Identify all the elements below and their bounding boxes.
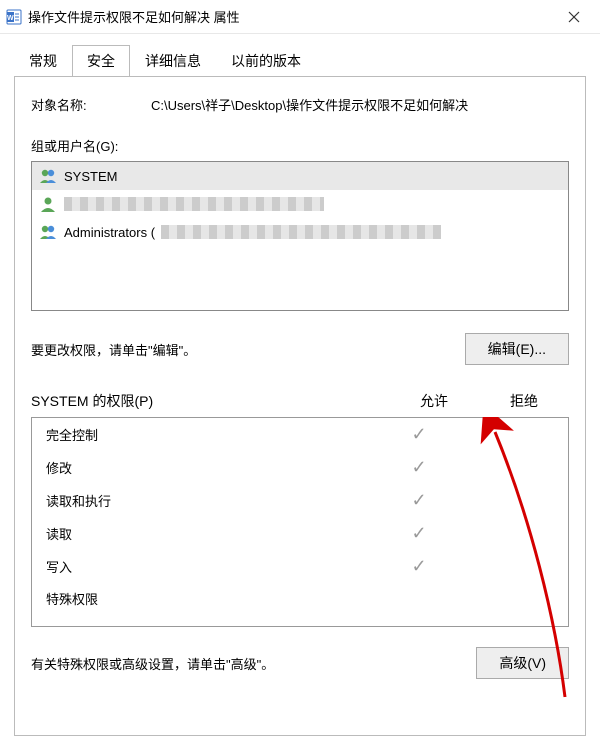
redacted-text	[161, 225, 441, 239]
advanced-button[interactable]: 高级(V)	[476, 647, 569, 679]
allow-check-icon: ✓	[374, 490, 464, 511]
list-item-user[interactable]	[32, 190, 568, 218]
perm-row-read: 读取 ✓	[32, 517, 568, 550]
groups-users-label: 组或用户名(G):	[31, 136, 569, 155]
tab-strip: 常规 安全 详细信息 以前的版本	[0, 34, 600, 76]
allow-check-icon: ✓	[374, 424, 464, 445]
advanced-hint-text: 有关特殊权限或高级设置，请单击"高级"。	[31, 654, 274, 673]
allow-check-icon: ✓	[374, 556, 464, 577]
object-name-value: C:\Users\祥子\Desktop\操作文件提示权限不足如何解决	[151, 95, 569, 114]
list-item-label: SYSTEM	[64, 169, 117, 184]
perm-name: 修改	[46, 458, 374, 477]
allow-check-icon: ✓	[374, 457, 464, 478]
group-icon	[38, 166, 58, 186]
object-name-row: 对象名称: C:\Users\祥子\Desktop\操作文件提示权限不足如何解决	[31, 95, 569, 114]
list-item-system[interactable]: SYSTEM	[32, 162, 568, 190]
word-file-icon: W	[6, 9, 22, 25]
perm-row-write: 写入 ✓	[32, 550, 568, 583]
perm-name: 读取	[46, 524, 374, 543]
tab-previous-versions[interactable]: 以前的版本	[216, 45, 316, 77]
allow-check-icon: ✓	[374, 523, 464, 544]
permissions-allow-header: 允许	[389, 391, 479, 411]
permissions-deny-header: 拒绝	[479, 391, 569, 411]
edit-button[interactable]: 编辑(E)...	[465, 333, 569, 365]
group-icon	[38, 222, 58, 242]
tab-security[interactable]: 安全	[72, 45, 130, 77]
redacted-text	[64, 197, 324, 211]
security-panel: 对象名称: C:\Users\祥子\Desktop\操作文件提示权限不足如何解决…	[14, 76, 586, 736]
perm-name: 特殊权限	[46, 589, 374, 608]
object-name-label: 对象名称:	[31, 95, 151, 114]
perm-name: 写入	[46, 557, 374, 576]
perm-name: 读取和执行	[46, 491, 374, 510]
perm-row-modify: 修改 ✓	[32, 451, 568, 484]
tab-general[interactable]: 常规	[14, 45, 72, 77]
user-icon	[38, 194, 58, 214]
tab-details[interactable]: 详细信息	[130, 45, 216, 77]
list-item-administrators[interactable]: Administrators (	[32, 218, 568, 246]
permissions-header-label: SYSTEM 的权限(P)	[31, 391, 389, 411]
window-title: 操作文件提示权限不足如何解决 属性	[28, 7, 554, 26]
window-titlebar: W 操作文件提示权限不足如何解决 属性	[0, 0, 600, 34]
perm-row-full-control: 完全控制 ✓	[32, 418, 568, 451]
list-item-label: Administrators (	[64, 225, 155, 240]
perm-row-special: 特殊权限	[32, 583, 568, 614]
perm-name: 完全控制	[46, 425, 374, 444]
edit-hint-text: 要更改权限，请单击"编辑"。	[31, 340, 196, 359]
groups-users-list[interactable]: SYSTEM Administrators (	[31, 161, 569, 311]
perm-row-read-execute: 读取和执行 ✓	[32, 484, 568, 517]
svg-text:W: W	[7, 15, 14, 22]
close-button[interactable]	[554, 3, 594, 31]
permissions-list: 完全控制 ✓ 修改 ✓ 读取和执行 ✓ 读取 ✓ 写入 ✓ 特殊权限	[31, 417, 569, 627]
